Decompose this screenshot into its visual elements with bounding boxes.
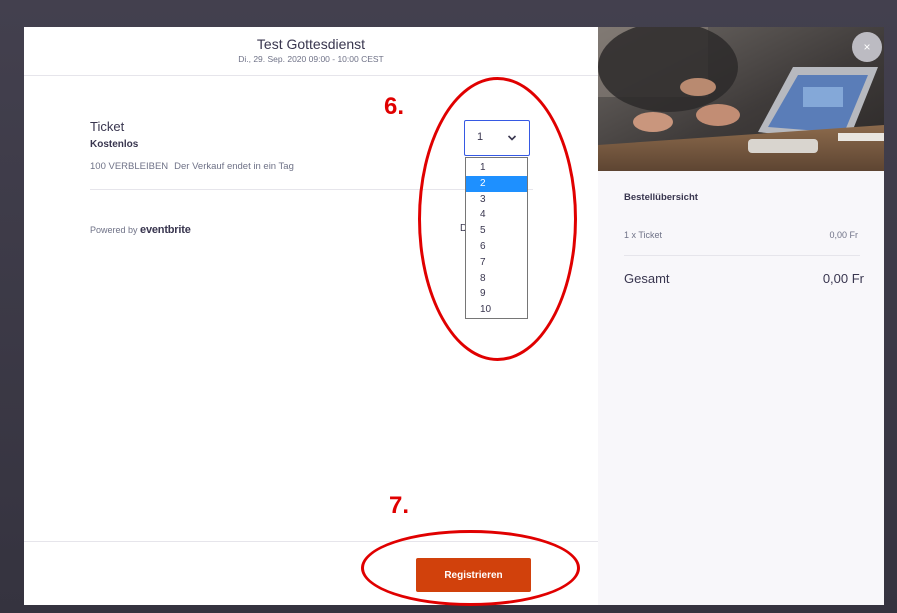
event-header: Test Gottesdienst Di., 29. Sep. 2020 09:… — [24, 27, 598, 76]
event-date: Di., 29. Sep. 2020 09:00 - 10:00 CEST — [238, 54, 384, 64]
total-price: 0,00 Fr — [822, 271, 864, 286]
eventbrite-logo: eventbrite — [140, 224, 191, 236]
close-icon[interactable]: × — [852, 32, 882, 62]
event-hero-image: × — [598, 27, 884, 171]
event-title: Test Gottesdienst — [256, 36, 366, 52]
summary-line-price: 0,00 Fr — [829, 230, 858, 240]
order-summary-panel: × Bestellübersicht 1 x Ticket 0,00 Fr Ge… — [598, 27, 884, 605]
summary-title: Bestellübersicht — [624, 192, 698, 203]
annotation-step-6: 6. — [384, 93, 405, 120]
meeting-photo — [598, 27, 884, 171]
annotation-ellipse-register — [361, 530, 580, 606]
powered-by-label: Powered by — [90, 225, 138, 235]
annotation-step-7: 7. — [389, 492, 410, 519]
summary-line-label: 1 x Ticket — [624, 230, 663, 240]
annotation-ellipse-dropdown — [418, 77, 577, 361]
ticket-meta: 100 VERBLEIBEN Der Verkauf endet in ein T… — [90, 161, 294, 172]
total-label: Gesamt — [624, 271, 670, 286]
remaining-count: 100 VERBLEIBEN — [90, 161, 169, 172]
sale-end-text: Der Verkauf endet in ein Tag — [174, 161, 294, 172]
powered-by: Powered by eventbrite — [90, 224, 191, 236]
summary-divider — [624, 255, 860, 256]
ticket-price: Kostenlos — [90, 139, 139, 150]
ticket-name: Ticket — [90, 119, 125, 134]
